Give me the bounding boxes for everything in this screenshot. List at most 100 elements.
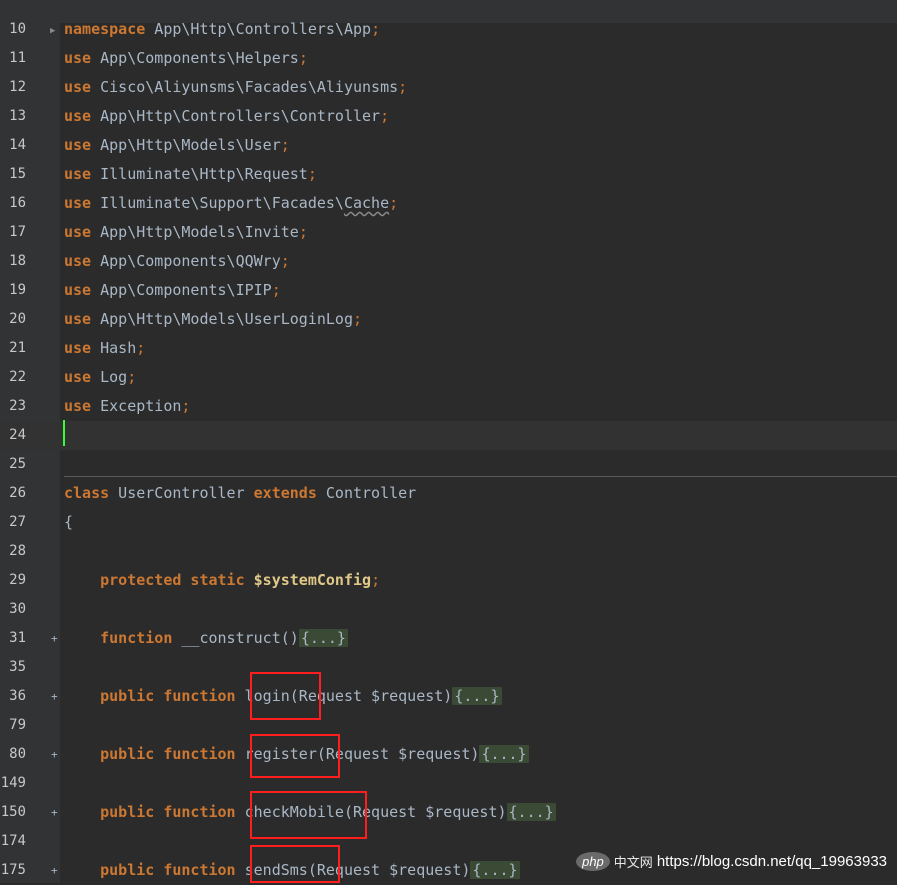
code-line[interactable]: 22 use Log; (0, 363, 897, 392)
code-token: Cisco\Aliyunsms\Facades\Aliyunsms (91, 78, 399, 96)
code-line[interactable]: 16 use Illuminate\Support\Facades\Cache; (0, 189, 897, 218)
folded-block[interactable]: {...} (470, 861, 520, 879)
line-number: 19 (9, 282, 26, 298)
code-token: public function (100, 861, 245, 879)
line-number: 28 (9, 543, 26, 559)
line-number: 31 (9, 630, 26, 646)
code-line[interactable]: 150 + public function checkMobile(Request… (0, 798, 897, 827)
code-text: use Cisco\Aliyunsms\Facades\Aliyunsms; (64, 73, 407, 102)
line-number: 16 (9, 195, 26, 211)
code-line[interactable]: 13 use App\Http\Controllers\Controller; (0, 102, 897, 131)
code-text: namespace App\Http\Controllers\App; (64, 15, 380, 44)
code-line[interactable]: 19 use App\Components\IPIP; (0, 276, 897, 305)
line-number: 12 (9, 79, 26, 95)
code-token: ; (181, 397, 191, 415)
code-line[interactable]: 24 (0, 421, 897, 450)
code-line[interactable]: 29 protected static $systemConfig; (0, 566, 897, 595)
code-token: App\Http\Controllers\App (145, 20, 372, 38)
line-number: 175 (0, 862, 26, 878)
code-line[interactable]: 23 use Exception; (0, 392, 897, 421)
code-line[interactable]: 28 (0, 537, 897, 566)
code-text: function __construct() {...} (64, 624, 348, 653)
code-line[interactable]: 25 (0, 450, 897, 479)
code-token: App\Components\QQWry (91, 252, 281, 270)
code-token: Illuminate\Support\Facades\ (91, 194, 344, 212)
code-token: namespace (64, 20, 146, 38)
code-token: $systemConfig (253, 571, 372, 589)
code-line[interactable]: 149 (0, 769, 897, 798)
code-token: ; (136, 339, 146, 357)
code-token: __construct() (172, 629, 299, 647)
code-line[interactable]: 12 use Cisco\Aliyunsms\Facades\Aliyunsms; (0, 73, 897, 102)
code-token: protected static (100, 571, 254, 589)
code-line[interactable]: 17 use App\Http\Models\Invite; (0, 218, 897, 247)
code-line[interactable]: 80 + public function register(Request $re… (0, 740, 897, 769)
line-number: 149 (0, 775, 26, 791)
folded-block[interactable]: {...} (479, 745, 529, 763)
code-token: Controller (316, 484, 417, 502)
code-token: use (64, 368, 92, 386)
code-token: Hash (91, 339, 137, 357)
php-logo-icon: php (576, 852, 610, 871)
code-token: extends (253, 484, 317, 502)
code-line[interactable]: 79 (0, 711, 897, 740)
code-token: ; (298, 223, 308, 241)
code-token: use (64, 310, 92, 328)
code-text: use Illuminate\Support\Facades\Cache; (64, 189, 398, 218)
fold-arrow-icon[interactable]: ▶ (50, 17, 55, 46)
expand-fold-icon[interactable]: + (51, 624, 58, 653)
code-line[interactable]: 30 (0, 595, 897, 624)
code-line[interactable]: 11 use App\Components\Helpers; (0, 44, 897, 73)
code-token: Exception (91, 397, 182, 415)
highlight-box-register (250, 734, 340, 778)
folded-block[interactable]: {...} (506, 803, 556, 821)
code-token: Log (91, 368, 128, 386)
code-token: use (64, 165, 92, 183)
code-line[interactable]: 15 use Illuminate\Http\Request; (0, 160, 897, 189)
code-token: ; (280, 252, 290, 270)
folded-block[interactable]: {...} (298, 629, 348, 647)
code-token: class (64, 484, 110, 502)
line-number: 27 (9, 514, 26, 530)
method-separator (64, 476, 897, 477)
line-number: 36 (9, 688, 26, 704)
code-text: class UserController extends Controller (64, 479, 416, 508)
code-token: Illuminate\Http\Request (91, 165, 308, 183)
code-token: ; (371, 571, 381, 589)
expand-fold-icon[interactable]: + (51, 856, 58, 885)
code-token: App\Http\Models\User (91, 136, 281, 154)
code-token: ; (380, 107, 390, 125)
code-text: use App\Http\Models\User; (64, 131, 290, 160)
line-number: 30 (9, 601, 26, 617)
expand-fold-icon[interactable]: + (51, 798, 58, 827)
line-number: 13 (9, 108, 26, 124)
code-editor[interactable]: 10 ▶ namespace App\Http\Controllers\App; 11… (0, 0, 897, 883)
code-token: ; (389, 194, 399, 212)
code-token: ; (127, 368, 137, 386)
line-number: 174 (0, 833, 26, 849)
code-token: App\Http\Controllers\Controller (91, 107, 381, 125)
code-line[interactable]: 20 use App\Http\Models\UserLoginLog; (0, 305, 897, 334)
code-line[interactable]: 36 + public function login(Request $reque… (0, 682, 897, 711)
code-line[interactable]: 18 use App\Components\QQWry; (0, 247, 897, 276)
code-token: use (64, 252, 92, 270)
line-number: 21 (9, 340, 26, 356)
code-line[interactable]: 21 use Hash; (0, 334, 897, 363)
code-line[interactable]: 35 (0, 653, 897, 682)
expand-fold-icon[interactable]: + (51, 740, 58, 769)
code-line[interactable]: 14 use App\Http\Models\User; (0, 131, 897, 160)
folded-block[interactable]: {...} (452, 687, 502, 705)
code-line[interactable]: 10 ▶ namespace App\Http\Controllers\App; (0, 15, 897, 44)
code-line[interactable]: 31 + function __construct() {...} (0, 624, 897, 653)
code-line[interactable]: 26 class UserController extends Controlle… (0, 479, 897, 508)
line-number: 18 (9, 253, 26, 269)
code-text: use App\Components\QQWry; (64, 247, 290, 276)
code-line[interactable]: 27 { (0, 508, 897, 537)
line-number: 17 (9, 224, 26, 240)
line-number: 80 (9, 746, 26, 762)
expand-fold-icon[interactable]: + (51, 682, 58, 711)
